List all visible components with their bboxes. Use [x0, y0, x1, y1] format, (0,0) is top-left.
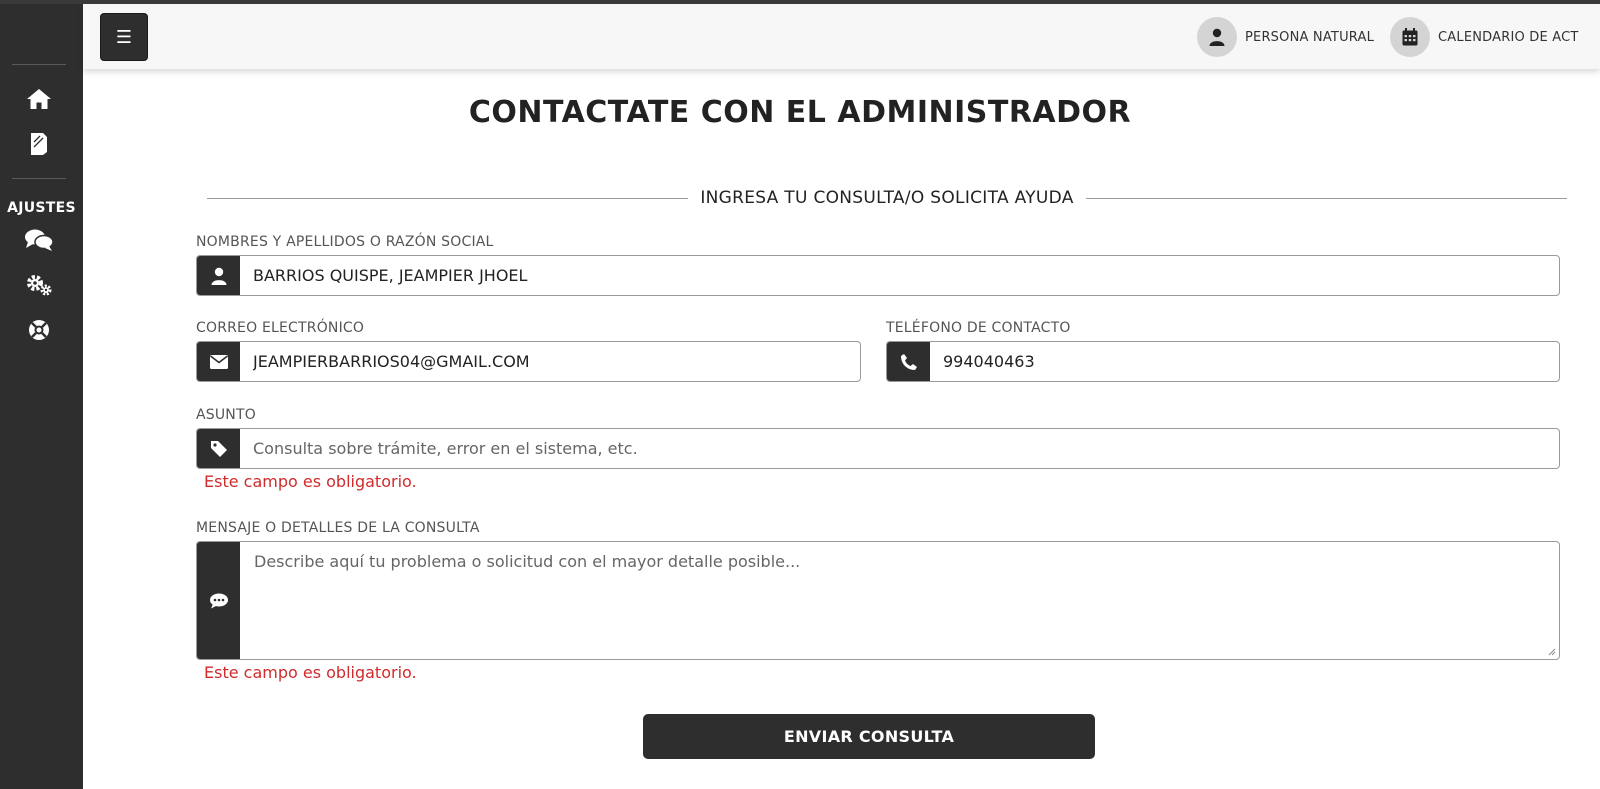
user-type-label: PERSONA NATURAL	[1245, 29, 1375, 45]
resize-grip-icon[interactable]	[1548, 648, 1556, 656]
legend-line-left	[207, 197, 689, 199]
submit-button[interactable]: ENVIAR CONSULTA	[643, 714, 1095, 759]
legend-text: INGRESA TU CONSULTA/O SOLICITA AYUDA	[700, 188, 1074, 208]
name-input[interactable]	[240, 256, 1559, 295]
email-input[interactable]	[240, 342, 860, 381]
sidebar-section-label: AJUSTES	[7, 200, 76, 216]
user-icon	[197, 256, 240, 295]
user-icon	[1197, 17, 1237, 57]
chat-icon[interactable]	[22, 223, 56, 257]
user-type-button[interactable]: PERSONA NATURAL	[1197, 17, 1374, 57]
subject-label: ASUNTO	[196, 407, 256, 423]
tag-icon	[197, 429, 240, 468]
phone-label: TELÉFONO DE CONTACTO	[886, 320, 1071, 336]
envelope-icon	[197, 342, 240, 381]
lifebuoy-icon[interactable]	[22, 313, 56, 347]
name-label: NOMBRES Y APELLIDOS O RAZÓN SOCIAL	[196, 234, 494, 250]
menu-toggle-button[interactable]: ☰	[100, 13, 148, 61]
phone-input[interactable]	[930, 342, 1559, 381]
message-label: MENSAJE O DETALLES DE LA CONSULTA	[196, 520, 480, 536]
document-icon[interactable]	[22, 127, 56, 161]
name-input-group	[196, 255, 1560, 296]
sidebar-divider	[12, 178, 66, 179]
message-error: Este campo es obligatorio.	[204, 663, 417, 682]
email-input-group	[196, 341, 861, 382]
subject-error: Este campo es obligatorio.	[204, 472, 417, 491]
message-textarea[interactable]	[240, 542, 1559, 659]
subject-input-group	[196, 428, 1560, 469]
email-label: CORREO ELECTRÓNICO	[196, 320, 365, 336]
legend-line-right	[1085, 197, 1567, 199]
contact-form-panel: CONTACTATE CON EL ADMINISTRADOR INGRESA …	[83, 69, 1600, 789]
subject-input[interactable]	[240, 429, 1559, 468]
phone-input-group	[886, 341, 1560, 382]
top-header: ☰ PERSONA NATURAL CALENDARIO DE ACT	[83, 4, 1600, 69]
gears-icon[interactable]	[22, 268, 56, 302]
calendar-button[interactable]: CALENDARIO DE ACT	[1390, 17, 1579, 57]
comment-icon	[197, 542, 240, 659]
calendar-icon	[1390, 17, 1430, 57]
phone-icon	[887, 342, 930, 381]
form-legend: INGRESA TU CONSULTA/O SOLICITA AYUDA	[207, 186, 1567, 210]
page-title: CONTACTATE CON EL ADMINISTRADOR	[468, 95, 1132, 130]
message-input-group	[196, 541, 1560, 660]
sidebar-divider	[12, 64, 66, 65]
calendar-label: CALENDARIO DE ACT	[1438, 29, 1579, 45]
